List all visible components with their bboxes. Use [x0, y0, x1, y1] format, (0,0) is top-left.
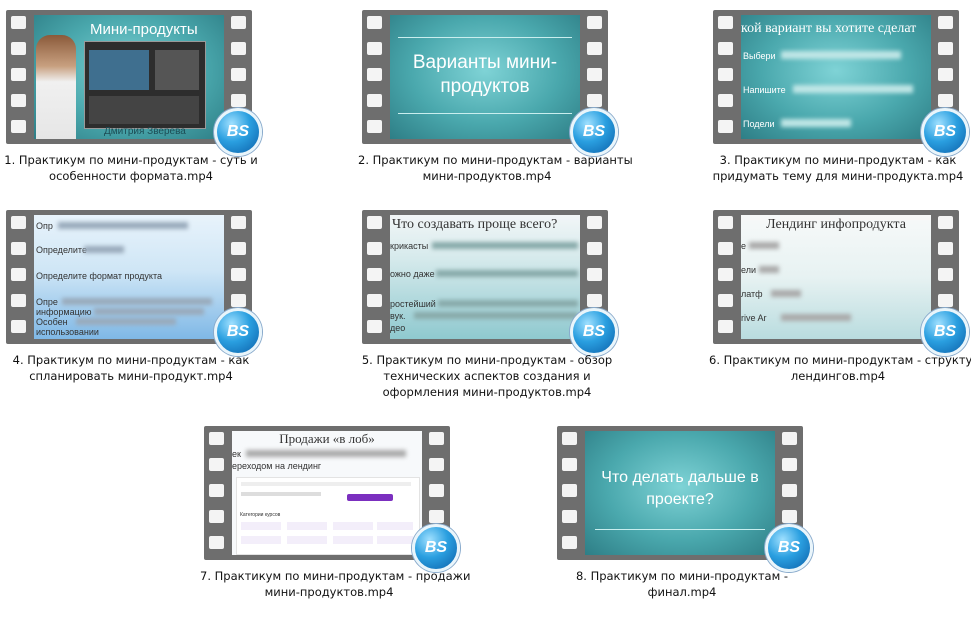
slide-line: ели — [741, 265, 756, 275]
slide-title: кой вариант вы хотите сделат — [741, 21, 917, 36]
film-strip-icon — [6, 210, 32, 344]
file-caption[interactable]: 3. Практикум по мини-продуктам - как при… — [709, 152, 967, 184]
file-caption[interactable]: 4. Практикум по мини-продуктам - как спл… — [2, 352, 260, 384]
slide-line: латф — [741, 289, 763, 299]
slide-line: е — [741, 241, 747, 251]
slide-line: rive Ar — [741, 313, 767, 323]
slide-line: Выбери — [743, 51, 776, 61]
video-thumbnail[interactable]: кой вариант вы хотите сделат Выбери Напи… — [713, 10, 969, 156]
file-caption[interactable]: 8. Практикум по мини-продуктам - финал.m… — [553, 568, 811, 600]
bs-player-badge-icon: BS — [921, 308, 969, 356]
web-page-preview: Категории курсов — [236, 477, 420, 555]
slide-title: Что делать дальше в проекте? — [601, 469, 759, 508]
slide-line: Напишите — [743, 85, 786, 95]
film-strip-icon — [6, 10, 32, 144]
slide-title: Продажи «в лоб» — [279, 431, 375, 446]
slide-line: крикасты — [390, 241, 429, 251]
video-frame: кой вариант вы хотите сделат Выбери Напи… — [741, 15, 931, 139]
video-frame: Что делать дальше в проекте? — [585, 431, 775, 555]
slide-line: Опре — [36, 297, 58, 307]
film-strip-icon — [362, 10, 388, 144]
video-thumbnail[interactable]: Лендинг инфопродукта е ели латф rive Ar … — [713, 210, 969, 356]
video-thumbnail[interactable]: Мини-продукты Дмитрия Зверева BS — [6, 10, 262, 156]
slide-line: ереходом на лендинг — [232, 461, 322, 471]
file-item-8[interactable]: Что делать дальше в проекте? BS 8. Практ… — [553, 420, 813, 620]
slide-title: Мини-продукты — [90, 21, 198, 38]
bs-player-badge-icon: BS — [570, 108, 618, 156]
bs-player-badge-icon: BS — [921, 108, 969, 156]
video-frame: Варианты мини-продуктов — [390, 15, 580, 139]
video-thumbnail[interactable]: Продажи «в лоб» ек ереходом на лендинг К… — [204, 426, 460, 572]
slide-line: ек — [232, 449, 241, 459]
slide-line: Определите формат продукта — [36, 271, 162, 281]
file-item-5[interactable]: Что создавать проще всего? крикасты ожно… — [358, 204, 618, 404]
video-frame: Продажи «в лоб» ек ереходом на лендинг К… — [232, 431, 422, 555]
bs-player-badge-icon: BS — [214, 308, 262, 356]
bs-player-badge-icon: BS — [412, 524, 460, 572]
film-strip-icon — [713, 10, 739, 144]
bs-player-badge-icon: BS — [570, 308, 618, 356]
video-frame: Что создавать проще всего? крикасты ожно… — [390, 215, 580, 339]
slide-line: ожно даже — [390, 269, 435, 279]
slide-subtitle: Дмитрия Зверева — [104, 126, 186, 137]
video-frame: Опр Определите Определите формат продукт… — [34, 215, 224, 339]
video-thumbnail[interactable]: Опр Определите Определите формат продукт… — [6, 210, 262, 356]
file-item-3[interactable]: кой вариант вы хотите сделат Выбери Напи… — [709, 4, 969, 204]
video-frame: Мини-продукты Дмитрия Зверева — [34, 15, 224, 139]
slide-line: информацию — [36, 307, 92, 317]
video-thumbnail[interactable]: Что создавать проще всего? крикасты ожно… — [362, 210, 618, 356]
file-item-2[interactable]: Варианты мини-продуктов BS 2. Практикум … — [358, 4, 633, 204]
video-frame: Лендинг инфопродукта е ели латф rive Ar — [741, 215, 931, 339]
slide-line: использовании — [36, 327, 99, 337]
slide-line: Особен — [36, 317, 68, 327]
slide-line: део — [390, 323, 406, 333]
bs-player-badge-icon: BS — [765, 524, 813, 572]
file-item-6[interactable]: Лендинг инфопродукта е ели латф rive Ar … — [709, 204, 971, 404]
film-strip-icon — [362, 210, 388, 344]
slide-line: Подели — [743, 119, 775, 129]
file-caption[interactable]: 1. Практикум по мини-продуктам - суть и … — [2, 152, 260, 184]
file-caption[interactable]: 5. Практикум по мини-продуктам - обзор т… — [358, 352, 616, 400]
screen-capture-window — [84, 41, 206, 129]
film-strip-icon — [713, 210, 739, 344]
bs-player-badge-icon: BS — [214, 108, 262, 156]
slide-title: Лендинг инфопродукта — [766, 217, 906, 232]
video-thumbnail[interactable]: Что делать дальше в проекте? BS — [557, 426, 813, 572]
slide-title: Варианты мини-продуктов — [412, 52, 558, 97]
presenter-image — [36, 35, 76, 139]
film-strip-icon — [204, 426, 230, 560]
slide-title: Что создавать проще всего? — [392, 217, 558, 232]
file-item-1[interactable]: Мини-продукты Дмитрия Зверева BS 1. Прак… — [2, 4, 262, 204]
file-item-7[interactable]: Продажи «в лоб» ек ереходом на лендинг К… — [200, 420, 470, 620]
film-strip-icon — [557, 426, 583, 560]
file-caption[interactable]: 2. Практикум по мини-продуктам - вариант… — [358, 152, 633, 184]
file-caption[interactable]: 6. Практикум по мини-продуктам - структу… — [709, 352, 971, 384]
slide-line: вук. — [390, 311, 406, 321]
file-caption[interactable]: 7. Практикум по мини-продуктам - продажи… — [200, 568, 470, 600]
video-thumbnail[interactable]: Варианты мини-продуктов BS — [362, 10, 618, 156]
slide-line: ростейший — [390, 299, 436, 309]
slide-section: Категории курсов — [240, 512, 281, 518]
slide-line: Опр — [36, 221, 53, 231]
slide-line: Определите — [36, 245, 87, 255]
file-item-4[interactable]: Опр Определите Определите формат продукт… — [2, 204, 262, 404]
